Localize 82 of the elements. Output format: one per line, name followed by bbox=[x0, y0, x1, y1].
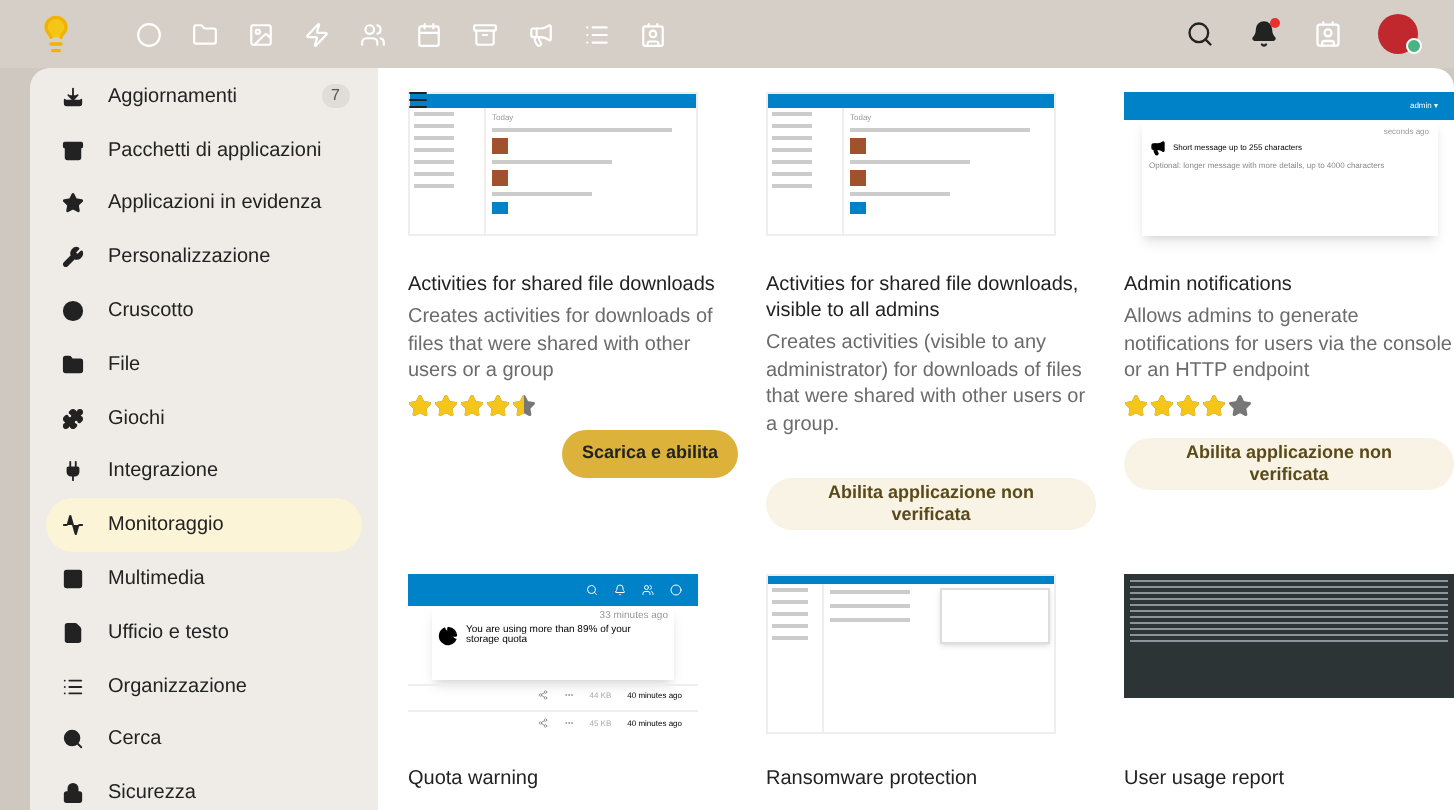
contact-card-icon[interactable] bbox=[640, 21, 666, 47]
sidebar-label: Sicurezza bbox=[108, 780, 198, 809]
menu-icon[interactable] bbox=[406, 88, 430, 112]
sidebar-item[interactable]: Monitoraggio bbox=[46, 498, 362, 553]
count-badge: 7 bbox=[321, 84, 350, 109]
sidebar-item[interactable]: Integrazione bbox=[46, 445, 362, 499]
people-icon[interactable] bbox=[360, 21, 386, 47]
enable-button[interactable]: Abilita applicazione non verificata bbox=[1124, 437, 1454, 489]
lock-icon bbox=[62, 782, 84, 805]
dialog-popup bbox=[940, 588, 1050, 644]
list-icon bbox=[62, 675, 84, 698]
app-name: Activities for shared file downloads, visible to all admins bbox=[766, 272, 1081, 324]
circle-icon bbox=[62, 300, 84, 323]
sidebar-label: Personalizzazione bbox=[108, 244, 273, 273]
sidebar-item[interactable]: Personalizzazione bbox=[46, 230, 362, 285]
user-avatar[interactable] bbox=[1378, 14, 1418, 54]
app-name: Admin notifications bbox=[1124, 272, 1294, 298]
calendar-icon[interactable] bbox=[416, 21, 442, 47]
enable-button[interactable]: Abilita applicazione non verificata bbox=[766, 478, 1096, 530]
sidebar-label: Cruscotto bbox=[108, 298, 196, 327]
sidebar-label: Applicazioni in evidenza bbox=[108, 190, 324, 219]
search-icon bbox=[586, 583, 598, 596]
plug-icon bbox=[62, 460, 84, 483]
app-description: Creates activities for downloads of files that were shared with other users or a group bbox=[408, 304, 715, 385]
sidebar-item[interactable]: Aggiornamenti 7 bbox=[46, 70, 362, 124]
pie-icon bbox=[438, 625, 458, 646]
sidebar-label: Pacchetti di applicazioni bbox=[108, 137, 324, 166]
sidebar-item[interactable]: Cruscotto bbox=[46, 284, 362, 338]
app-description: Creates activities (visible to any administrator) for downloads of files that were shared with other users or a group. bbox=[766, 330, 1088, 438]
sidebar-item[interactable]: Giochi bbox=[46, 391, 362, 446]
sidebar-label: Monitoraggio bbox=[108, 512, 226, 541]
app-name: Activities for shared file downloads bbox=[408, 272, 717, 298]
pulse-icon bbox=[62, 514, 84, 537]
megaphone-icon bbox=[1149, 140, 1165, 156]
app-description: Allows admins to generate notifications for users via the console or an HTTP endpoint bbox=[1124, 304, 1454, 385]
sidebar-item[interactable]: Organizzazione bbox=[46, 659, 362, 714]
sidebar-label: Cerca bbox=[108, 726, 164, 755]
sidebar-label: Giochi bbox=[108, 405, 167, 434]
contact-card-icon[interactable] bbox=[1314, 20, 1342, 48]
archive-icon[interactable] bbox=[472, 21, 498, 47]
document-icon bbox=[62, 621, 84, 644]
folder-icon[interactable] bbox=[192, 21, 218, 47]
app-name: Ransomware protection bbox=[766, 766, 980, 792]
sidebar-item[interactable]: File bbox=[46, 337, 362, 392]
activity-line bbox=[850, 192, 950, 196]
wrench-icon bbox=[62, 246, 84, 269]
search-icon[interactable] bbox=[1186, 20, 1214, 48]
sidebar-label: File bbox=[108, 351, 143, 380]
app-name: User usage report bbox=[1124, 766, 1287, 792]
share-icon bbox=[537, 690, 548, 701]
lightning-icon[interactable] bbox=[304, 21, 330, 47]
file-list-lines bbox=[830, 590, 910, 622]
activity-line bbox=[492, 192, 592, 196]
share-icon bbox=[537, 718, 548, 729]
sidebar-item[interactable]: Ufficio e testo bbox=[46, 605, 362, 660]
sidebar-item[interactable]: Pacchetti di applicazioni bbox=[46, 123, 362, 178]
activity-line bbox=[850, 160, 970, 164]
folder-icon bbox=[850, 202, 866, 214]
search-icon bbox=[62, 728, 84, 751]
sidebar-item[interactable]: Sicurezza bbox=[46, 766, 362, 810]
puzzle-icon bbox=[62, 407, 84, 430]
bell-icon bbox=[614, 583, 626, 596]
activity-line bbox=[492, 160, 612, 164]
download-icon bbox=[62, 85, 84, 108]
folder-icon bbox=[492, 202, 508, 214]
sidebar-label: Organizzazione bbox=[108, 673, 249, 702]
megaphone-icon[interactable] bbox=[528, 21, 554, 47]
sidebar-item[interactable]: Applicazioni in evidenza bbox=[46, 177, 362, 231]
circle-icon[interactable] bbox=[136, 21, 162, 47]
sidebar-label: Integrazione bbox=[108, 458, 221, 487]
star-icon bbox=[62, 192, 84, 215]
sidebar-label: Ufficio e testo bbox=[108, 619, 231, 648]
notifications-button[interactable] bbox=[1250, 20, 1278, 48]
sidebar-item[interactable]: Multimedia bbox=[46, 552, 362, 606]
folder-icon bbox=[62, 353, 84, 376]
archive-icon bbox=[62, 139, 84, 162]
sidebar-item[interactable]: Cerca bbox=[46, 713, 362, 767]
sidebar-label: Aggiornamenti bbox=[108, 83, 239, 112]
app-name: Quota warning bbox=[408, 766, 541, 792]
sidebar-label: Multimedia bbox=[108, 566, 207, 595]
people-icon bbox=[642, 583, 654, 596]
download-enable-button[interactable]: Scarica e abilita bbox=[561, 429, 738, 477]
